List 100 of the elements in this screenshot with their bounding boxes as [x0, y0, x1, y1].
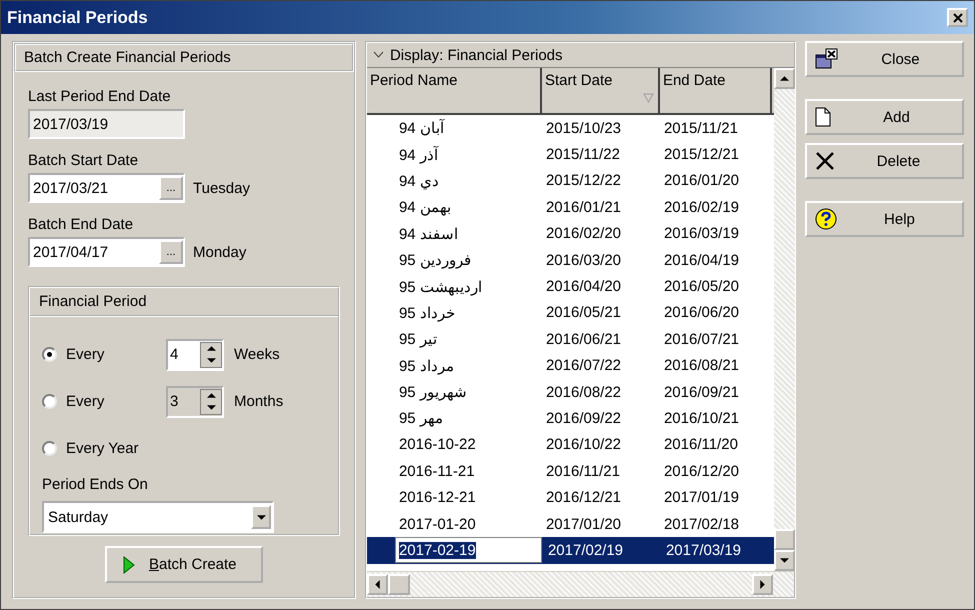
- help-button[interactable]: Help: [804, 201, 964, 237]
- play-icon: [122, 556, 135, 574]
- weekday-label: Tuesday: [193, 180, 250, 196]
- down-arrow-icon: [206, 356, 216, 365]
- sort-icon: [642, 93, 654, 103]
- up-arrow-icon: [206, 391, 216, 400]
- table-cell-text: 2017/01/20: [544, 516, 622, 533]
- table-cell-text: تير 95: [398, 330, 438, 348]
- dropdown-button[interactable]: [251, 505, 271, 529]
- field-label: Last Period End Date: [28, 88, 172, 105]
- vertical-scrollbar[interactable]: [774, 68, 795, 571]
- table-cell-text: 2016-10-22: [398, 436, 477, 454]
- table-cell-text: مرداد 95: [398, 356, 455, 375]
- down-arrow-icon: [206, 403, 216, 412]
- window-close-icon: [814, 48, 839, 70]
- table-cell-text: 2016/11/21: [544, 462, 621, 480]
- table-cell-text: بهمن 94: [398, 198, 452, 216]
- browse-button[interactable]: ...: [159, 176, 183, 200]
- horizontal-scrollbar[interactable]: [366, 571, 794, 597]
- table-cell-text: 2015/10/23: [544, 120, 622, 137]
- window-title: Financial Periods: [7, 8, 148, 28]
- table-cell-text: فروردين 95: [398, 251, 472, 270]
- table-cell-text: 2016/12/21: [544, 489, 622, 506]
- table-cell-text: 2016/05/20: [662, 278, 740, 296]
- table-cell-text: آبان 94: [398, 119, 446, 138]
- scroll-up-button[interactable]: [774, 68, 795, 89]
- grid-title[interactable]: Display: Financial Periods: [366, 43, 794, 68]
- table-cell-text: 2016/08/21: [662, 357, 740, 374]
- table-cell-text: 2016/07/22: [544, 357, 622, 374]
- table-cell-text: 2016/10/21: [662, 410, 740, 427]
- table-cell-text: 2016/03/19: [662, 225, 740, 242]
- table-cell-text: 2016-12-21: [398, 489, 477, 506]
- browse-button[interactable]: ...: [159, 240, 183, 264]
- scroll-left-button[interactable]: [366, 574, 388, 595]
- radio-button[interactable]: [42, 347, 57, 362]
- close-button[interactable]: Close: [804, 41, 964, 77]
- table-cell-text: 2016/02/19: [662, 198, 740, 216]
- table-cell-text: 2016/04/19: [662, 252, 740, 269]
- table-row[interactable]: 2017-02-19 2017/02/19 2017/03/19: [366, 537, 774, 564]
- table-cell-text: شهريور 95: [398, 383, 468, 402]
- column-header[interactable]: Period Name: [366, 68, 542, 113]
- table-cell-text: 2016-11-21: [398, 462, 476, 480]
- delete-icon: [814, 151, 835, 171]
- column-header[interactable]: End Date: [660, 68, 772, 113]
- batch-create-button[interactable]: Batch Create: [104, 546, 263, 583]
- help-icon: [814, 208, 837, 230]
- number-spinner[interactable]: 4: [166, 338, 224, 370]
- close-icon: [952, 12, 962, 22]
- delete-button[interactable]: Delete: [804, 143, 964, 179]
- radio-button[interactable]: [42, 394, 57, 409]
- table-cell-text: 2016/04/20: [544, 278, 622, 296]
- weekday-dropdown[interactable]: Saturday: [42, 501, 274, 533]
- down-arrow-icon: [780, 556, 789, 565]
- close-button[interactable]: [947, 8, 968, 27]
- spin-buttons[interactable]: [200, 342, 222, 368]
- table-cell-text: 2016/10/22: [544, 436, 622, 454]
- panel-title: Batch Create Financial Periods: [14, 43, 354, 72]
- table-cell-text: 2016/09/22: [544, 410, 622, 427]
- table-cell-text: 2017/02/19: [546, 542, 624, 559]
- scroll-thumb[interactable]: [774, 529, 795, 550]
- table-cell-text: اسفند 94: [398, 224, 459, 243]
- table-cell-text: 2017/02/18: [662, 516, 740, 533]
- name-edit-field[interactable]: 2017-02-19: [394, 537, 542, 564]
- table-cell-text: مهر 95: [398, 409, 444, 428]
- column-header[interactable]: Start Date: [542, 68, 660, 113]
- field-label: Batch Start Date: [28, 152, 140, 169]
- group-title: Financial Period: [30, 288, 338, 317]
- table-cell-text: 2016/07/21: [662, 330, 740, 348]
- field-label: Period Ends On: [42, 476, 149, 493]
- table-cell-text: 2016/08/22: [544, 384, 622, 401]
- option-label: Every: [66, 393, 106, 410]
- chevron-icon: [372, 51, 384, 59]
- add-button[interactable]: Add: [804, 99, 964, 135]
- down-arrow-icon: [256, 512, 266, 522]
- scroll-thumb[interactable]: [388, 574, 410, 595]
- radio-button[interactable]: [42, 441, 57, 456]
- table-cell-text: 2015/12/21: [662, 146, 740, 164]
- table-cell-text: دي 94: [398, 172, 440, 190]
- unit-label: Months: [234, 393, 284, 410]
- left-arrow-icon: [372, 580, 382, 589]
- option-label: Every Year: [66, 440, 140, 457]
- up-arrow-icon: [780, 74, 789, 83]
- scroll-right-button[interactable]: [752, 574, 773, 595]
- table-cell-text: 2016/06/20: [662, 304, 740, 322]
- table-cell-text: 2016/01/21: [544, 198, 622, 216]
- date-field[interactable]: 2017/04/17 ...: [28, 237, 185, 267]
- table-cell-text: 2016/11/20: [662, 436, 739, 454]
- right-arrow-icon: [758, 580, 767, 589]
- table-cell-text: 2016/02/20: [544, 225, 622, 242]
- option-label: Every: [66, 346, 106, 363]
- table-cell-text: 2016/05/21: [544, 304, 622, 322]
- table-cell-text: 2016/09/21: [662, 384, 740, 401]
- new-document-icon: [814, 107, 831, 127]
- table-cell-text: 2016/06/21: [544, 330, 622, 348]
- table-cell-text: 2017-01-20: [398, 516, 477, 533]
- date-field[interactable]: 2017/03/21 ...: [28, 173, 185, 203]
- table-cell-text: 2016/12/20: [662, 462, 740, 480]
- up-arrow-icon: [206, 344, 216, 353]
- scroll-down-button[interactable]: [774, 550, 795, 571]
- table-cell-text: 2016/03/20: [544, 252, 622, 269]
